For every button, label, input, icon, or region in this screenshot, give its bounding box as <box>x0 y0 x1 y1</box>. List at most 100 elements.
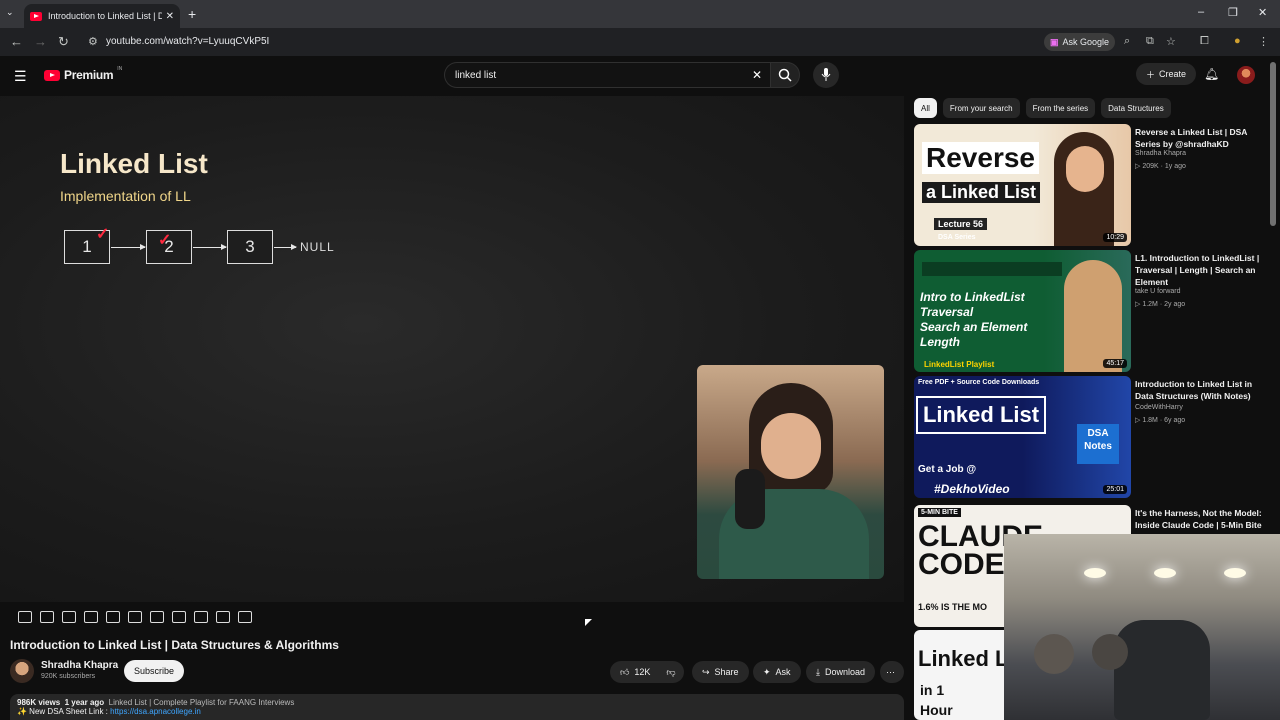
related-video-channel[interactable]: take U forward <box>1135 288 1181 295</box>
ceiling-light <box>1084 568 1106 578</box>
ceiling-light <box>1154 568 1176 578</box>
description-sheet-line: ✨ New DSA Sheet Link : https://dsa.apnac… <box>17 707 897 716</box>
browser-tab[interactable]: Introduction to Linked List | Da ✕ <box>24 4 180 28</box>
plus-icon: ＋ <box>1146 69 1156 80</box>
youtube-logo[interactable]: Premium IN <box>44 66 123 82</box>
close-tab-icon[interactable]: ✕ <box>166 11 174 22</box>
reload-icon[interactable]: ↻ <box>58 34 69 50</box>
description-box[interactable]: 986K views 1 year ago Linked List | Comp… <box>10 694 904 720</box>
tab-search-icon[interactable]: ⌄ <box>6 7 14 18</box>
thumb-job-line: Get a Job @ <box>918 464 977 475</box>
tab-title: Introduction to Linked List | Da <box>48 11 162 21</box>
close-window-icon[interactable]: ✕ <box>1258 6 1267 19</box>
youtube-play-icon <box>44 69 60 81</box>
download-label: Download <box>824 667 866 677</box>
settings-gear-icon[interactable] <box>238 611 252 623</box>
thumb-subline: a Linked List <box>922 182 1041 203</box>
more-icon: ⋯ <box>886 666 895 677</box>
microphone-icon <box>821 68 831 81</box>
null-label: NULL <box>300 240 335 254</box>
download-button[interactable]: ⤓ Download <box>806 661 876 683</box>
video-thumbnail[interactable]: Reverse a Linked List Lecture 56 DSA Ser… <box>914 124 1131 246</box>
related-video-item[interactable]: Free PDF + Source Code Downloads Linked … <box>914 376 1276 498</box>
related-video-item[interactable]: Reverse a Linked List Lecture 56 DSA Ser… <box>914 124 1276 246</box>
channel-avatar[interactable] <box>10 659 34 683</box>
thumb-series-tag: DSA Series <box>938 234 976 241</box>
restore-icon[interactable]: ❐ <box>1228 6 1238 19</box>
bookmark-star-icon[interactable]: ☆ <box>1166 35 1176 48</box>
extensions-icon[interactable]: ⧠ <box>1200 35 1209 48</box>
thumb-line: Traversal <box>920 305 974 319</box>
notifications-bell-icon[interactable]: 🔔︎ <box>1204 67 1219 81</box>
chip-from-series[interactable]: From the series <box>1025 98 1096 118</box>
related-filter-chips: All From your search From the series Dat… <box>914 98 1171 118</box>
cinema-icon[interactable] <box>62 611 76 623</box>
camera-icon[interactable] <box>194 611 208 623</box>
sheet-link[interactable]: https://dsa.apnacollege.in <box>110 707 201 716</box>
slide-title: Linked List <box>60 148 208 179</box>
chip-data-structures[interactable]: Data Structures <box>1101 98 1171 118</box>
search-button[interactable] <box>770 62 800 88</box>
hamburger-menu-icon[interactable]: ☰ <box>14 68 27 85</box>
forward-icon[interactable]: → <box>34 34 47 49</box>
related-video-channel[interactable]: Shradha Khapra <box>1135 150 1186 157</box>
share-button[interactable]: ↪ Share <box>692 661 749 683</box>
node-arrow <box>193 244 227 250</box>
video-player[interactable]: Linked List Implementation of LL 1 2 3 ✓… <box>0 96 904 602</box>
ask-label: Ask <box>775 667 791 677</box>
thumb-line: Length <box>920 335 960 349</box>
browser-menu-icon[interactable]: ⋮ <box>1258 35 1269 48</box>
like-button[interactable]: 👍︎ 12K <box>620 667 650 678</box>
ask-button[interactable]: ✦ Ask <box>753 661 801 683</box>
clear-search-icon[interactable]: ✕ <box>752 68 762 82</box>
search-icon <box>778 68 792 82</box>
minimize-icon[interactable]: – <box>1198 6 1204 18</box>
flask-icon[interactable] <box>216 611 230 623</box>
webcam-overlay <box>1004 534 1280 720</box>
upload-age: 1 year ago <box>64 698 105 707</box>
address-bar[interactable]: ⚙ youtube.com/watch?v=LyuuqCVkP5I ▣ Ask … <box>82 31 1269 53</box>
region-code: IN <box>117 66 123 72</box>
view-count: 986K views <box>17 698 61 707</box>
page-scrollbar[interactable] <box>1270 62 1276 226</box>
ask-google-label: Ask Google <box>1062 37 1110 47</box>
film-icon[interactable] <box>84 611 98 623</box>
layout-icon[interactable] <box>128 611 142 623</box>
thumb-headline: Linked List <box>916 396 1046 434</box>
speed-icon[interactable] <box>150 611 164 623</box>
new-tab-icon[interactable]: + <box>188 6 196 22</box>
url-text[interactable]: youtube.com/watch?v=LyuuqCVkP5I <box>106 36 269 47</box>
playlist-link[interactable]: Linked List | Complete Playlist for FAAN… <box>109 698 295 707</box>
list-node-3: 3 <box>227 230 273 264</box>
video-thumbnail[interactable]: Intro to LinkedList Traversal Search an … <box>914 250 1131 372</box>
search-input[interactable]: linked list ✕ <box>444 62 770 88</box>
thumb-subline: 1.6% IS THE MO <box>918 602 988 612</box>
chip-from-search[interactable]: From your search <box>942 98 1020 118</box>
dislike-button[interactable]: 👎︎ <box>666 667 675 678</box>
voice-search-button[interactable] <box>813 62 839 88</box>
ask-google-button[interactable]: ▣ Ask Google <box>1044 33 1116 51</box>
related-video-item[interactable]: Intro to LinkedList Traversal Search an … <box>914 250 1276 372</box>
video-thumbnail[interactable]: Free PDF + Source Code Downloads Linked … <box>914 376 1131 498</box>
account-avatar[interactable] <box>1237 66 1255 84</box>
install-icon[interactable]: ⧉ <box>1146 35 1154 48</box>
more-actions-button[interactable]: ⋯ <box>880 661 904 683</box>
share-label: Share <box>714 667 739 677</box>
site-info-icon[interactable]: ⚙ <box>88 35 98 48</box>
thumb-line: Search an Element <box>920 320 1028 334</box>
subscribe-button[interactable]: Subscribe <box>124 660 185 682</box>
popup-icon[interactable] <box>106 611 120 623</box>
back-icon[interactable]: ← <box>10 34 23 49</box>
audio-icon[interactable] <box>40 611 54 623</box>
profile-icon[interactable]: ● <box>1234 35 1241 47</box>
checkmark-icon: ✓ <box>158 232 172 249</box>
screenshot-icon[interactable] <box>172 611 186 623</box>
ceiling-light <box>1224 568 1246 578</box>
thumb-headline: Linked L <box>918 646 1009 671</box>
related-video-channel[interactable]: CodeWithHarry <box>1135 404 1183 411</box>
chip-all[interactable]: All <box>914 98 937 118</box>
channel-name[interactable]: Shradha Khapra <box>41 660 118 671</box>
loop-icon[interactable] <box>18 611 32 623</box>
zoom-icon[interactable]: ⌕ <box>1124 35 1130 48</box>
create-button[interactable]: ＋ Create <box>1136 63 1197 85</box>
